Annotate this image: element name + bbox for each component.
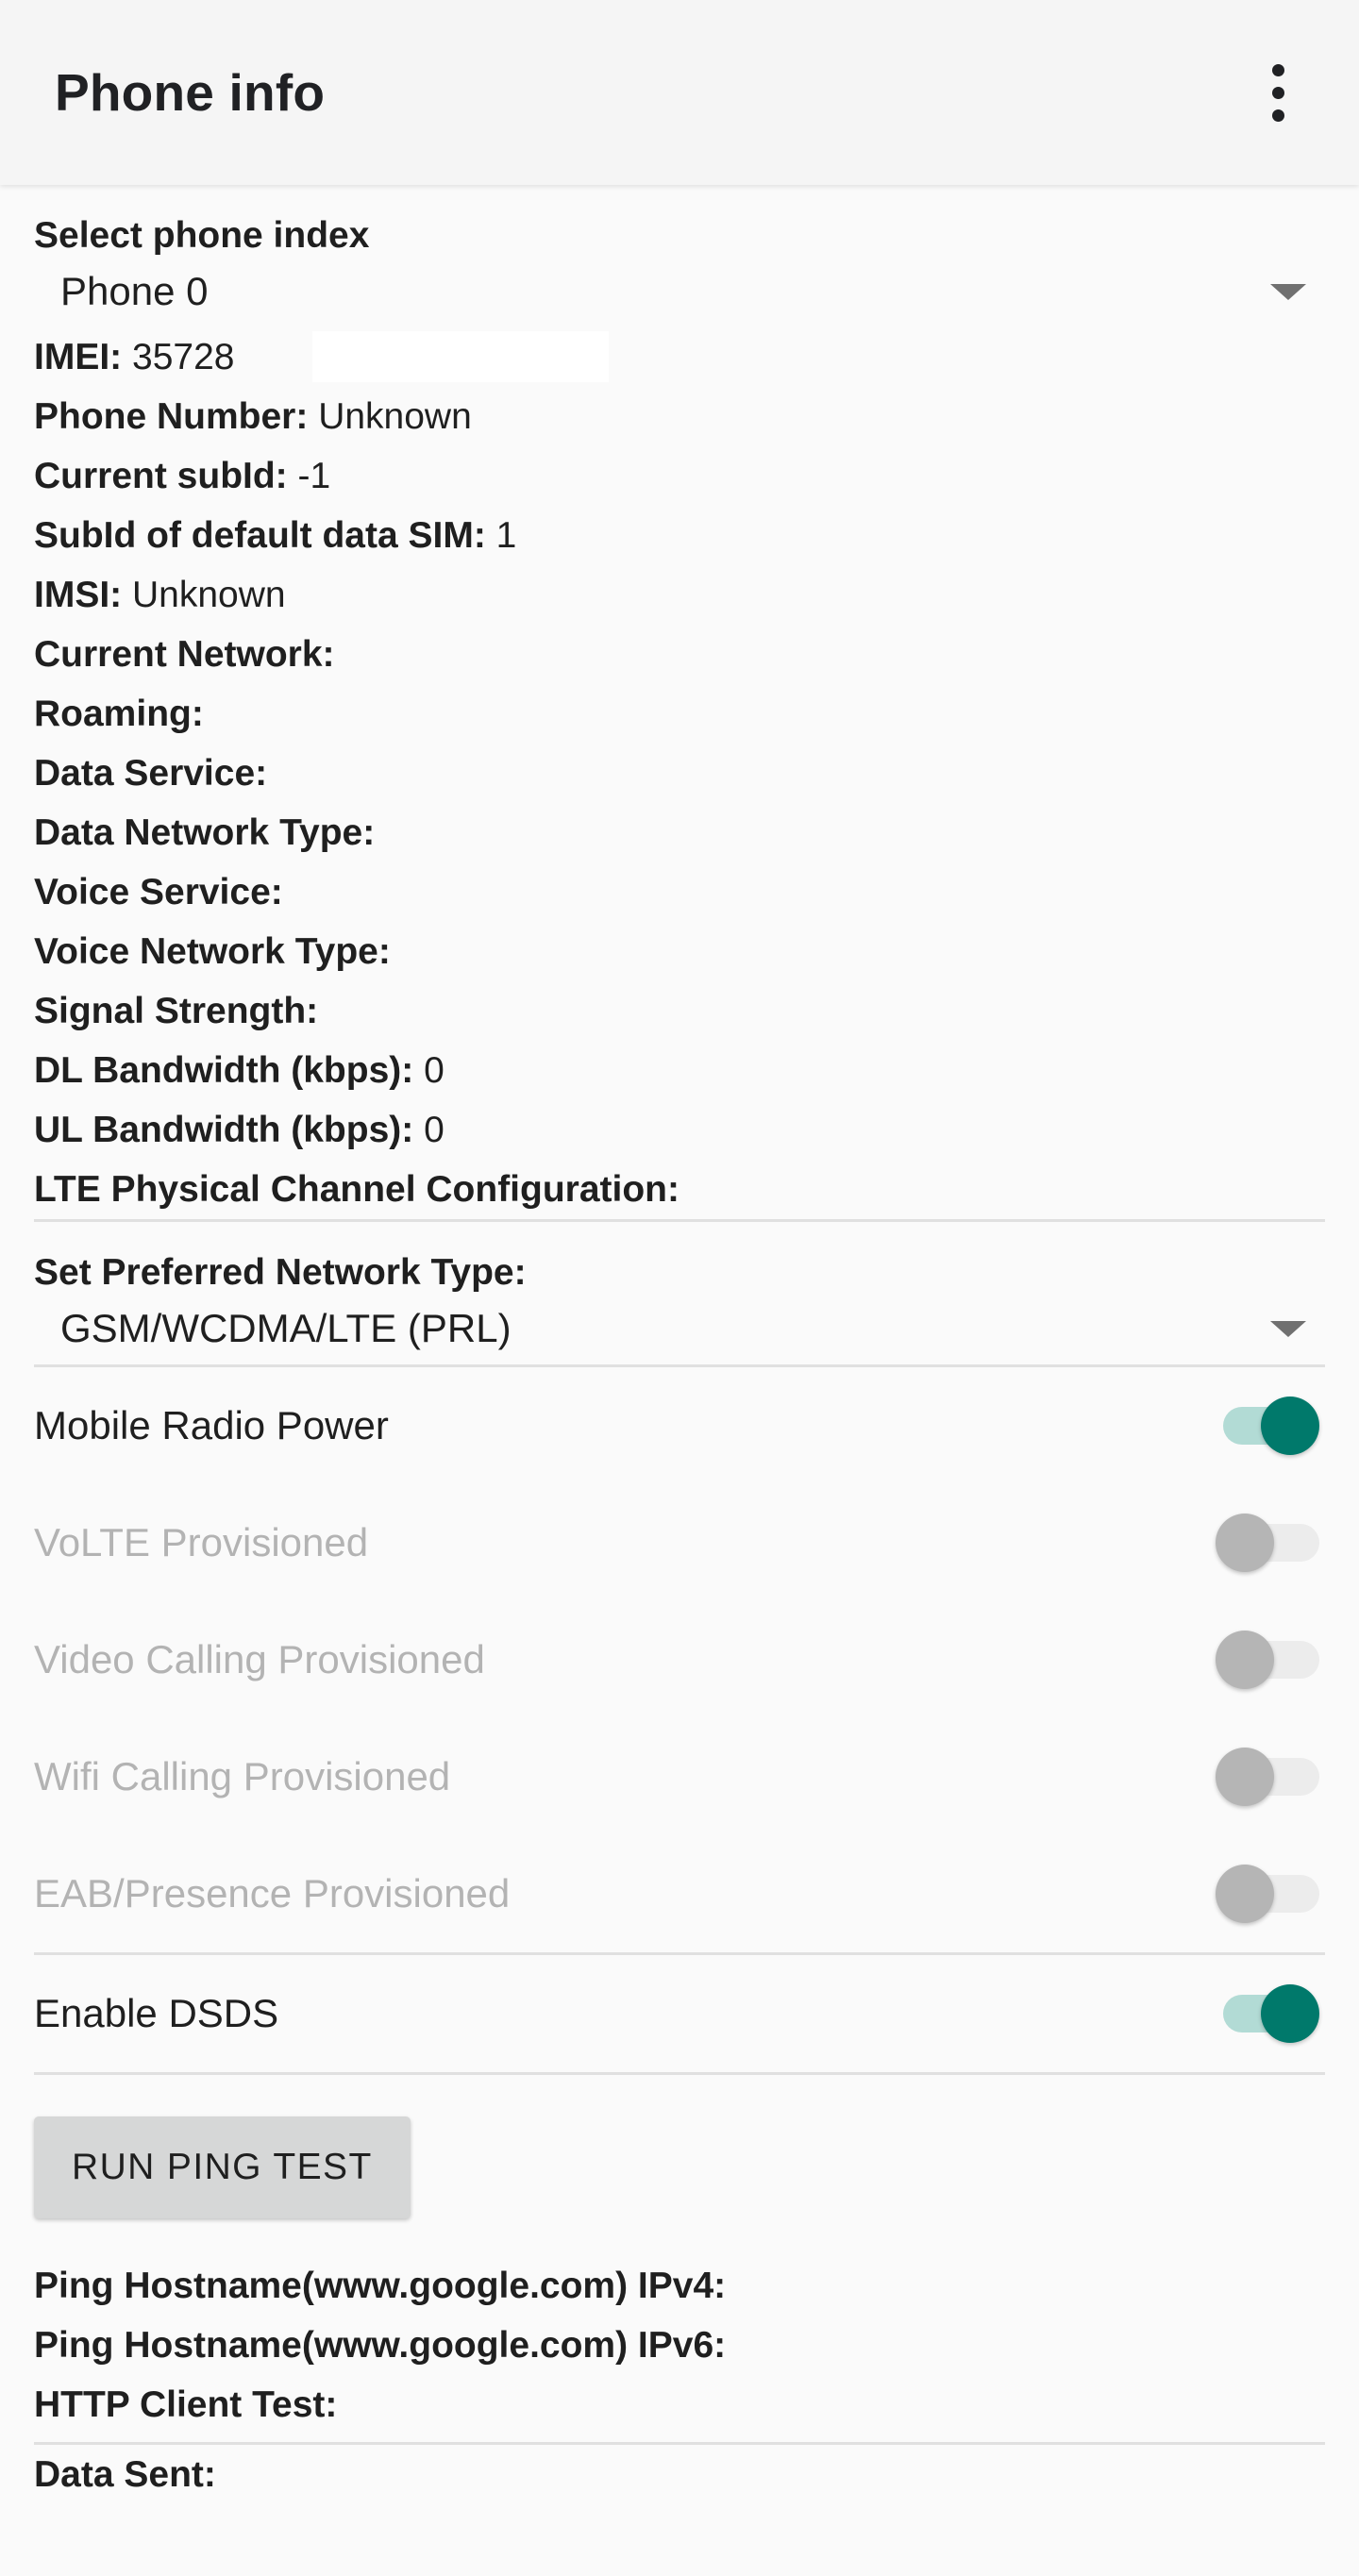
info-row-ul-bandwidth: UL Bandwidth (kbps): 0 <box>34 1100 1325 1160</box>
toggle-thumb <box>1261 1397 1319 1456</box>
info-row-imsi: IMSI: Unknown <box>34 565 1325 625</box>
more-vert-dot <box>1271 63 1284 76</box>
info-row-data-service: Data Service: <box>34 744 1325 803</box>
info-key: Data Network Type: <box>34 812 376 854</box>
switch-row-video-calling-provisioned[interactable]: Video Calling Provisioned <box>0 1601 1359 1718</box>
ping-test-section: RUN PING TEST <box>0 2075 1359 2219</box>
scroll-content: Select phone index Phone 0 IMEI: 35728 P… <box>0 185 1359 2505</box>
volte-provisioned-toggle[interactable] <box>1216 1514 1319 1573</box>
info-key: Phone Number: <box>34 396 319 438</box>
info-key: SubId of default data SIM: <box>34 515 496 557</box>
info-key: Roaming: <box>34 694 204 735</box>
switch-label: Enable DSDS <box>34 1991 279 2036</box>
preferred-network-label: Set Preferred Network Type: <box>34 1252 527 1294</box>
info-value: 35728 <box>132 337 235 378</box>
mobile-radio-power-toggle[interactable] <box>1219 1397 1319 1456</box>
info-key: Signal Strength: <box>34 991 319 1032</box>
info-value: 0 <box>424 1050 445 1092</box>
info-key: Current subId: <box>34 456 298 497</box>
info-row-lte-physical-channel-config: LTE Physical Channel Configuration: <box>34 1160 1325 1219</box>
switch-row-enable-dsds[interactable]: Enable DSDS <box>0 1955 1359 2072</box>
info-row-voice-network-type: Voice Network Type: <box>34 922 1325 981</box>
info-row-dl-bandwidth: DL Bandwidth (kbps): 0 <box>34 1041 1325 1100</box>
wifi-calling-provisioned-toggle[interactable] <box>1216 1748 1319 1807</box>
info-value: Unknown <box>132 575 286 616</box>
info-row-voice-service: Voice Service: <box>34 862 1325 922</box>
phone-index-value: Phone 0 <box>60 268 209 313</box>
info-row-signal-strength: Signal Strength: <box>34 981 1325 1041</box>
info-row-phone-number: Phone Number: Unknown <box>34 387 1325 446</box>
info-row-current-subid: Current subId: -1 <box>34 446 1325 506</box>
switch-row-eab-presence-provisioned[interactable]: EAB/Presence Provisioned <box>0 1835 1359 1952</box>
preferred-network-value: GSM/WCDMA/LTE (PRL) <box>60 1306 512 1351</box>
phone-info-screen: Phone info Select phone index Phone 0 IM… <box>0 0 1359 2576</box>
info-value: Unknown <box>318 396 472 438</box>
data-sent-row: Data Sent: <box>34 2454 216 2496</box>
more-vert-dot <box>1271 86 1284 99</box>
toggle-thumb <box>1261 1984 1319 2044</box>
more-vert-dot <box>1271 109 1284 122</box>
info-row-current-network: Current Network: <box>34 625 1325 684</box>
imei-redaction-box <box>312 331 609 383</box>
phone-info-list: IMEI: 35728 Phone Number: Unknown Curren… <box>0 327 1359 1219</box>
page-title: Phone info <box>55 62 326 122</box>
enable-dsds-toggle[interactable] <box>1219 1984 1319 2044</box>
info-value: 0 <box>424 1110 445 1151</box>
preferred-network-spinner[interactable]: GSM/WCDMA/LTE (PRL) <box>34 1293 1325 1364</box>
ping-hostname-ipv4-row: Ping Hostname(www.google.com) IPv4: <box>34 2266 727 2307</box>
video-calling-provisioned-toggle[interactable] <box>1216 1631 1319 1690</box>
more-vert-icon[interactable] <box>1233 41 1323 144</box>
ping-hostname-ipv6-row: Ping Hostname(www.google.com) IPv6: <box>34 2325 727 2367</box>
switch-label: EAB/Presence Provisioned <box>34 1871 511 1916</box>
switch-list: Mobile Radio Power VoLTE Provisioned Vid… <box>0 1367 1359 2072</box>
switch-label: Mobile Radio Power <box>34 1403 389 1448</box>
chevron-down-icon <box>1270 283 1306 300</box>
eab-presence-provisioned-toggle[interactable] <box>1216 1865 1319 1924</box>
phone-index-section: Select phone index Phone 0 <box>0 185 1359 327</box>
chevron-down-icon <box>1270 1320 1306 1337</box>
ping-results-list: Ping Hostname(www.google.com) IPv4: Ping… <box>0 2218 1359 2434</box>
info-key: DL Bandwidth (kbps): <box>34 1050 425 1092</box>
info-row-roaming: Roaming: <box>34 684 1325 744</box>
run-ping-test-button[interactable]: RUN PING TEST <box>34 2116 411 2219</box>
info-row-default-data-sim-subid: SubId of default data SIM: 1 <box>34 506 1325 565</box>
preferred-network-section: Set Preferred Network Type: GSM/WCDMA/LT… <box>0 1222 1359 1364</box>
app-bar: Phone info <box>0 0 1359 185</box>
toggle-thumb <box>1216 1865 1274 1924</box>
info-key: Voice Service: <box>34 872 283 913</box>
switch-label: VoLTE Provisioned <box>34 1520 369 1565</box>
switch-label: Video Calling Provisioned <box>34 1637 485 1682</box>
toggle-thumb <box>1216 1631 1274 1690</box>
select-phone-index-label: Select phone index <box>34 215 370 256</box>
switch-row-volte-provisioned[interactable]: VoLTE Provisioned <box>0 1484 1359 1601</box>
switch-row-wifi-calling-provisioned[interactable]: Wifi Calling Provisioned <box>0 1718 1359 1835</box>
info-key: Current Network: <box>34 634 335 676</box>
info-value: -1 <box>297 456 331 497</box>
info-row-imei: IMEI: 35728 <box>34 327 1325 387</box>
info-key: UL Bandwidth (kbps): <box>34 1110 425 1151</box>
info-key: LTE Physical Channel Configuration: <box>34 1169 680 1211</box>
info-key: Voice Network Type: <box>34 931 391 973</box>
info-value: 1 <box>495 515 517 557</box>
switch-label: Wifi Calling Provisioned <box>34 1754 451 1799</box>
toggle-thumb <box>1216 1514 1274 1573</box>
info-row-data-network-type: Data Network Type: <box>34 803 1325 862</box>
phone-index-spinner[interactable]: Phone 0 <box>34 256 1325 327</box>
info-key: IMEI: <box>34 337 132 378</box>
info-key: Data Service: <box>34 753 268 795</box>
http-client-test-row: HTTP Client Test: <box>34 2384 338 2426</box>
toggle-thumb <box>1216 1748 1274 1807</box>
switch-row-mobile-radio-power[interactable]: Mobile Radio Power <box>0 1367 1359 1484</box>
info-key: IMSI: <box>34 575 132 616</box>
data-usage-section: Data Sent: <box>0 2445 1359 2504</box>
